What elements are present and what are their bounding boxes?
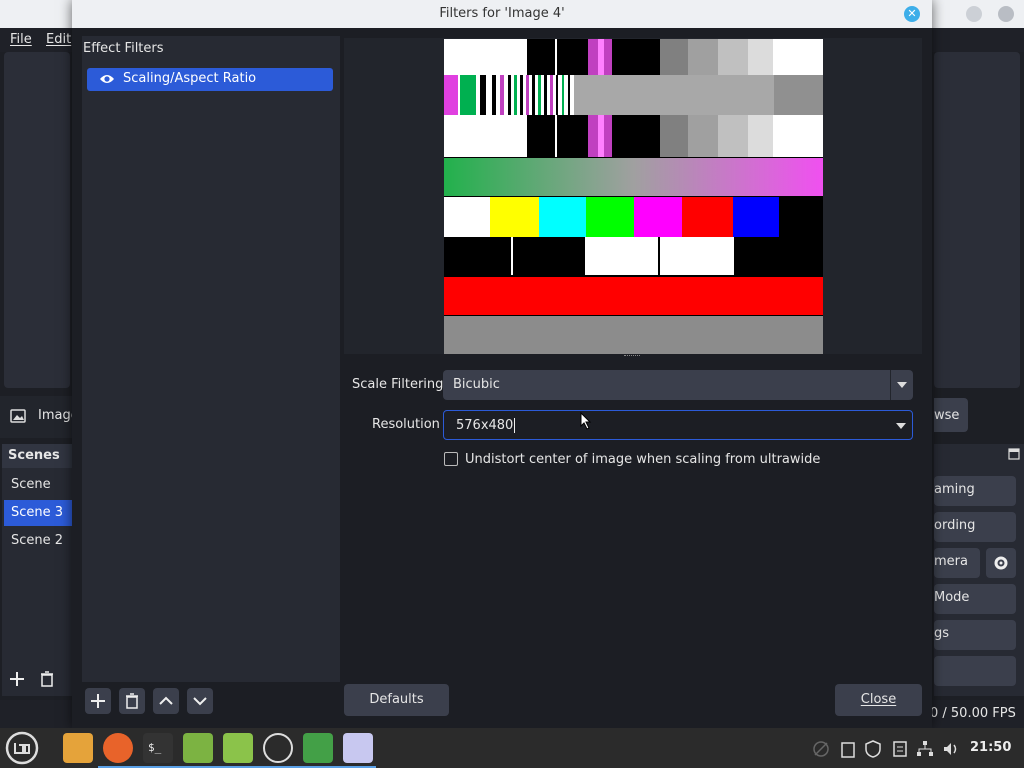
close-button[interactable]: Close (835, 684, 922, 716)
resolution-input[interactable]: 576x480 (443, 410, 913, 440)
shield-icon[interactable] (303, 733, 333, 763)
undistort-checkbox[interactable] (444, 452, 458, 466)
scene-item-selected[interactable]: Scene 3 (4, 500, 72, 526)
undistort-label: Undistort center of image when scaling f… (465, 452, 821, 467)
defaults-button[interactable]: Defaults (344, 684, 449, 716)
filter-item-label: Scaling/Aspect Ratio (123, 71, 257, 86)
clock[interactable]: 21:50 (970, 740, 1011, 755)
image-icon (10, 408, 26, 424)
menu-file[interactable]: File (10, 32, 32, 47)
resolution-value: 576x480 (456, 418, 514, 433)
effect-filters-label: Effect Filters (83, 41, 164, 56)
test-card-image (444, 39, 823, 354)
scene-item[interactable]: Scene (4, 472, 72, 498)
network-icon[interactable] (916, 740, 934, 758)
virtual-camera-button[interactable]: mera (934, 548, 980, 578)
eye-icon[interactable] (99, 73, 115, 85)
svg-text:$_: $_ (148, 741, 162, 754)
text-editor-icon[interactable] (343, 733, 373, 763)
main-close-button[interactable] (998, 6, 1014, 22)
mint-update-icon[interactable] (183, 733, 213, 763)
clipboard-icon[interactable] (840, 740, 856, 758)
menu-edit[interactable]: Edit (46, 32, 71, 47)
scenes-title: Scenes (2, 444, 72, 468)
minimize-button[interactable] (966, 6, 982, 22)
volume-icon[interactable] (942, 740, 960, 758)
add-filter-button[interactable] (85, 688, 111, 714)
splitter-handle[interactable] (624, 355, 640, 358)
security-shield-icon[interactable] (864, 740, 882, 758)
mouse-cursor-icon (580, 411, 592, 434)
firefox-icon[interactable] (103, 733, 133, 763)
gear-icon[interactable] (986, 548, 1016, 578)
scenes-panel: Scenes Scene Scene 3 Scene 2 (2, 444, 72, 696)
remove-scene-icon[interactable] (38, 670, 56, 688)
scale-filtering-value: Bicubic (453, 377, 500, 392)
browse-label: wse (934, 408, 960, 423)
fps-readout: 0 / 50.00 FPS (930, 706, 1016, 721)
start-streaming-button[interactable]: aming (934, 476, 1016, 506)
resolution-label: Resolution (372, 417, 440, 432)
scale-filtering-select[interactable]: Bicubic (443, 370, 913, 400)
dialog-title: Filters for 'Image 4' (72, 0, 932, 28)
scale-filtering-label: Scale Filtering (352, 377, 444, 392)
studio-mode-button[interactable]: Mode (934, 584, 1016, 614)
chevron-down-icon (890, 370, 913, 400)
files-icon[interactable] (63, 733, 93, 763)
move-up-button[interactable] (153, 688, 179, 714)
settings-button[interactable]: gs (934, 620, 1016, 650)
move-down-button[interactable] (187, 688, 213, 714)
filter-item-scaling[interactable]: Scaling/Aspect Ratio (87, 68, 333, 91)
scene-item[interactable]: Scene 2 (4, 528, 72, 554)
exit-button[interactable] (934, 656, 1016, 686)
calculator-icon[interactable] (223, 733, 253, 763)
filters-list-panel (82, 36, 340, 682)
filters-dialog: Filters for 'Image 4' ✕ Effect Filters S… (72, 0, 932, 728)
menu-logo-icon[interactable] (5, 731, 39, 765)
notes-icon[interactable] (892, 740, 908, 758)
chevron-down-icon[interactable] (890, 411, 912, 441)
main-preview-left (4, 52, 70, 388)
dialog-close-icon[interactable]: ✕ (904, 6, 920, 22)
add-scene-icon[interactable] (8, 670, 26, 688)
terminal-icon[interactable]: $_ (143, 733, 173, 763)
obs-icon[interactable] (263, 733, 293, 763)
undock-icon[interactable] (1008, 448, 1020, 460)
network-disabled-icon[interactable] (812, 740, 830, 758)
main-preview-right (934, 52, 1020, 388)
start-recording-button[interactable]: ording (934, 512, 1016, 542)
remove-filter-button[interactable] (119, 688, 145, 714)
